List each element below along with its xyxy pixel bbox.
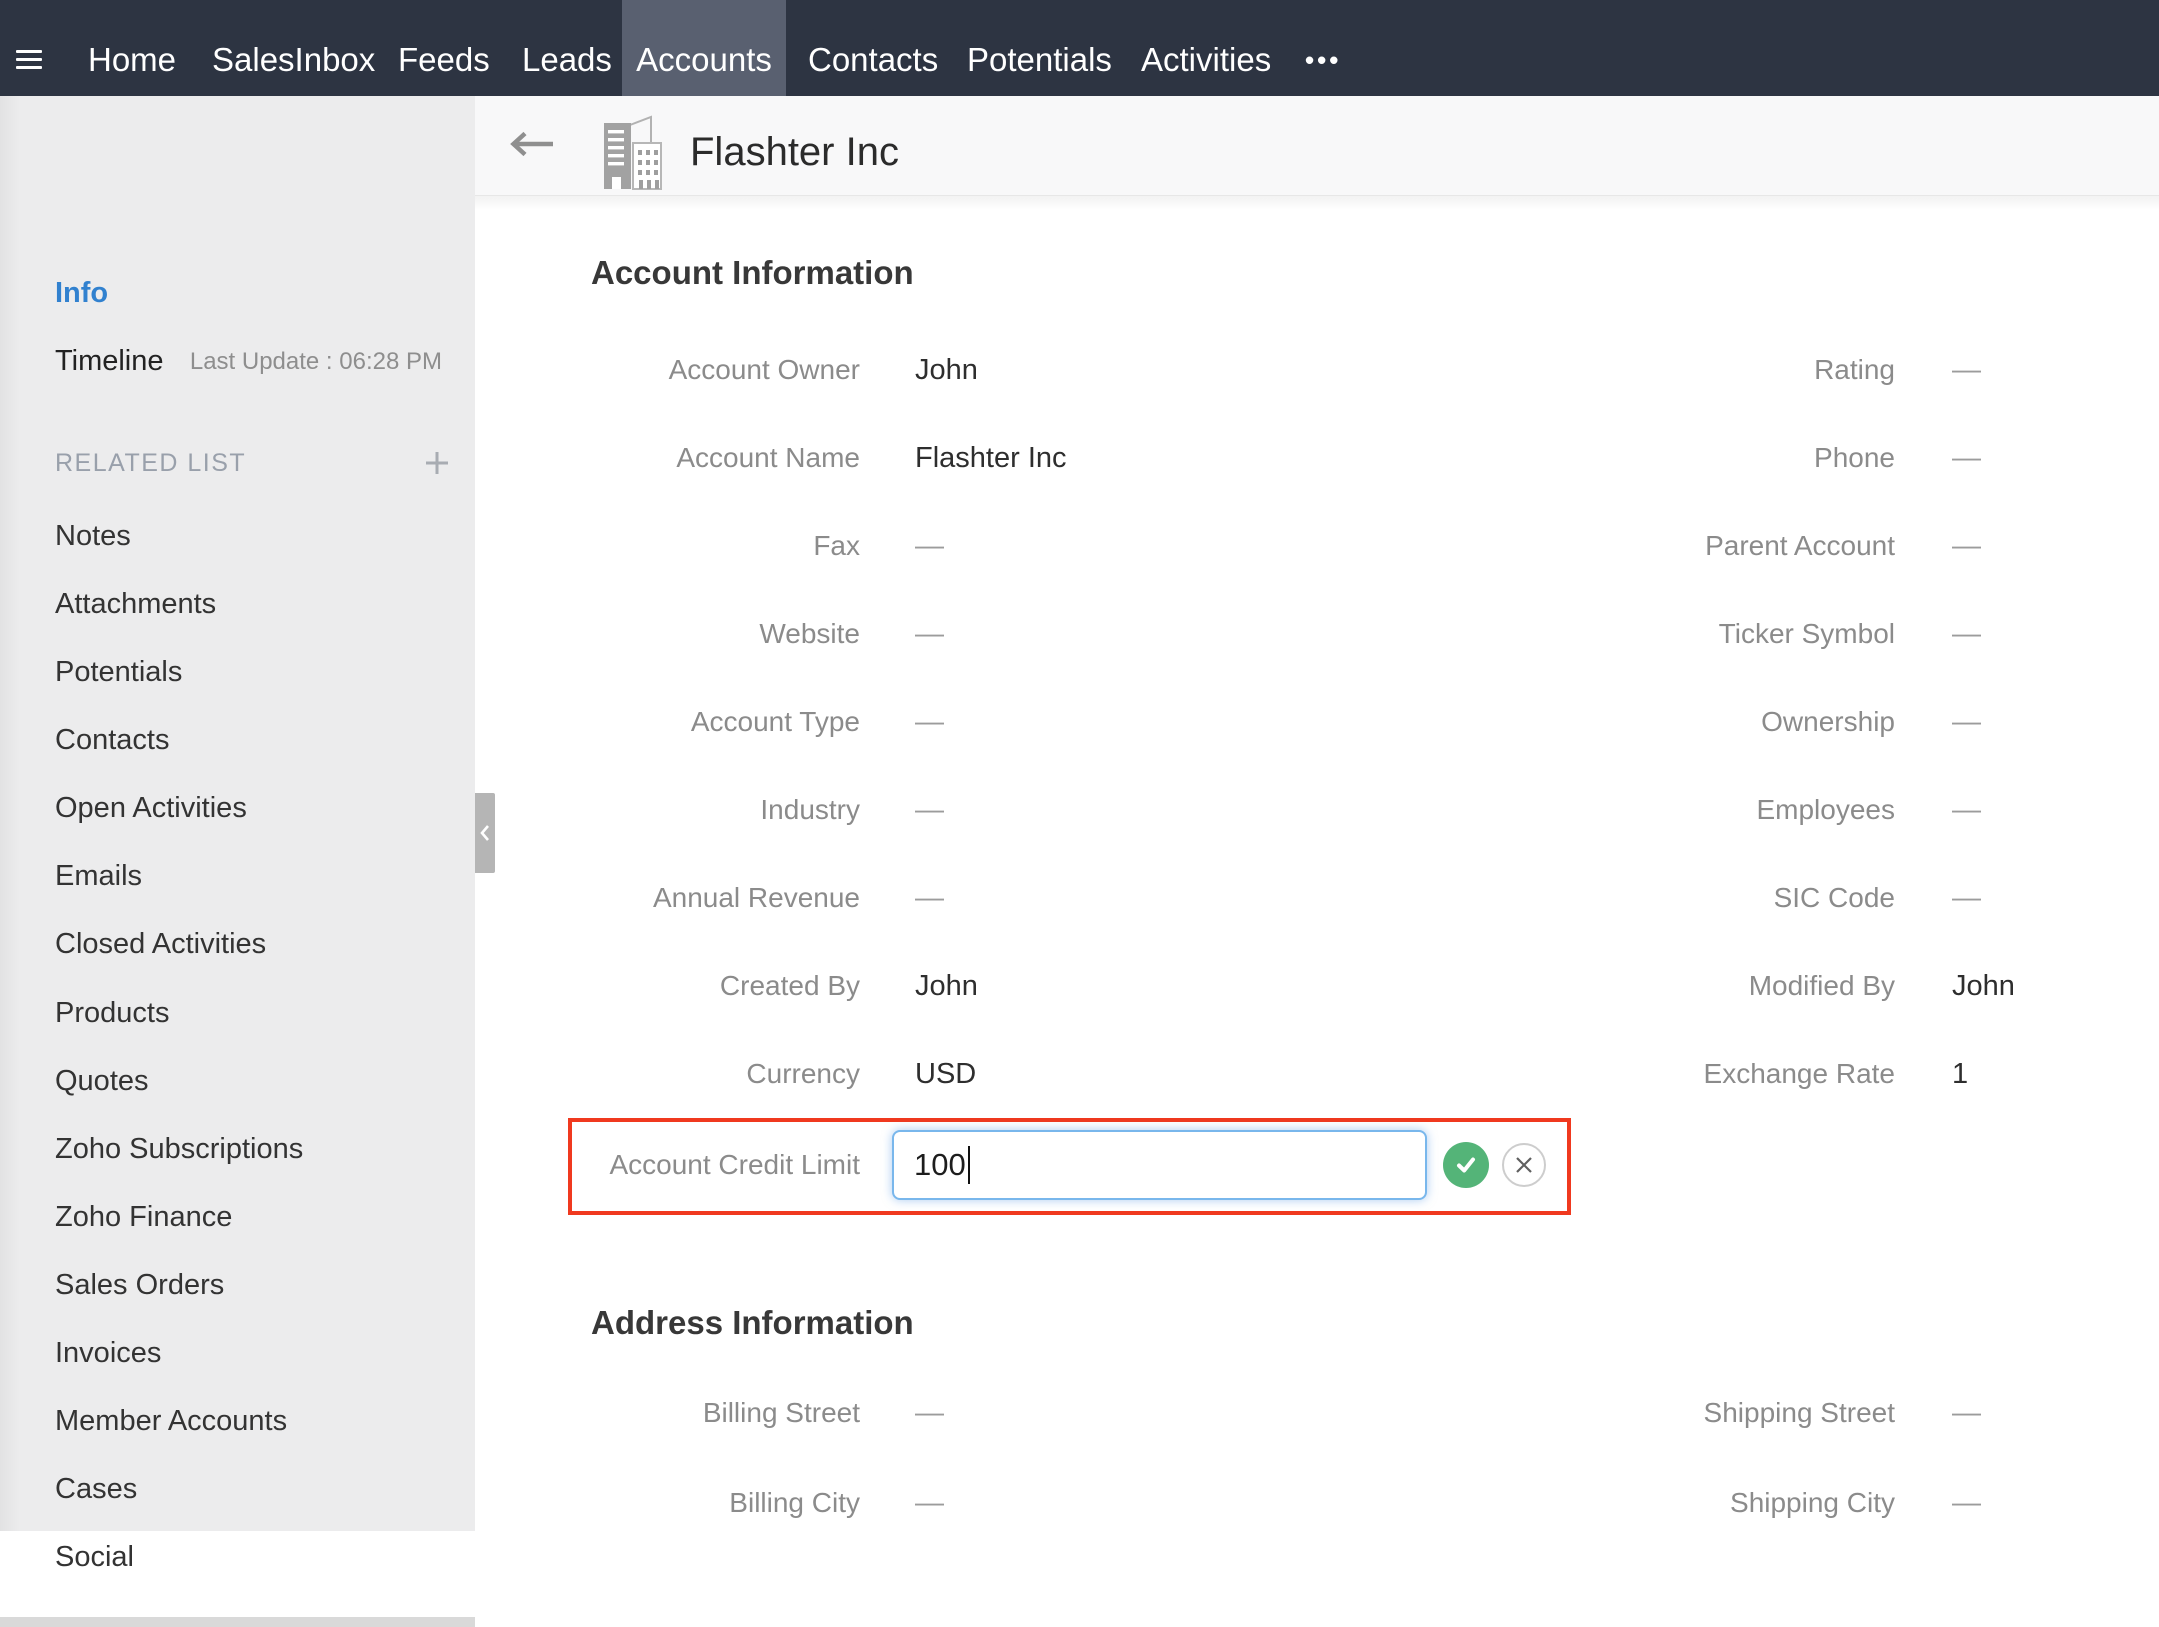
field-label: Employees — [1595, 790, 1895, 830]
field-label: Account Type — [560, 702, 860, 742]
field-row: Website — Ticker Symbol — — [0, 614, 2159, 654]
text-caret — [968, 1146, 970, 1184]
top-navigation-bar: Home SalesInbox Feeds Leads Accounts Con… — [0, 0, 2159, 96]
field-label: Account Name — [560, 438, 860, 478]
field-value[interactable]: — — [1952, 614, 2142, 654]
field-label: Website — [560, 614, 860, 654]
account-building-icon — [597, 114, 667, 198]
sidebar-item-closed-activities[interactable]: Closed Activities — [55, 924, 266, 964]
field-value[interactable]: — — [1952, 526, 2142, 566]
field-value[interactable]: — — [1952, 1393, 2142, 1433]
cancel-x-button[interactable] — [1502, 1143, 1546, 1187]
sidebar-item-zoho-subscriptions[interactable]: Zoho Subscriptions — [55, 1129, 303, 1169]
input-value: 100 — [914, 1147, 966, 1183]
nav-item-contacts[interactable]: Contacts — [808, 0, 938, 96]
field-label: Fax — [560, 526, 860, 566]
field-value[interactable]: John — [915, 350, 1475, 390]
nav-item-leads[interactable]: Leads — [522, 0, 612, 96]
field-row: Industry — Employees — — [0, 790, 2159, 830]
field-value[interactable]: — — [915, 526, 1475, 566]
account-credit-limit-label: Account Credit Limit — [560, 1145, 860, 1185]
sidebar-item-sales-orders[interactable]: Sales Orders — [55, 1265, 224, 1305]
field-value[interactable]: John — [915, 966, 1475, 1006]
back-arrow-icon[interactable] — [509, 131, 555, 157]
page-title: Flashter Inc — [690, 130, 899, 174]
field-label: Ownership — [1595, 702, 1895, 742]
sidebar-item-potentials[interactable]: Potentials — [55, 652, 182, 692]
nav-more-ellipsis-icon[interactable]: ••• — [1305, 0, 1341, 96]
account-credit-limit-input[interactable]: 100 — [892, 1130, 1427, 1200]
nav-item-home[interactable]: Home — [88, 0, 176, 96]
field-row: Annual Revenue — SIC Code — — [0, 878, 2159, 918]
field-label: Annual Revenue — [560, 878, 860, 918]
field-row: Billing City — Shipping City — — [0, 1483, 2159, 1523]
field-value[interactable]: — — [1952, 878, 2142, 918]
sidebar-item-social[interactable]: Social — [55, 1537, 134, 1577]
field-label: Industry — [560, 790, 860, 830]
confirm-check-button[interactable] — [1443, 1142, 1489, 1188]
nav-item-potentials[interactable]: Potentials — [967, 0, 1112, 96]
field-label: Billing Street — [560, 1393, 860, 1433]
field-row: Currency USD Exchange Rate 1 — [0, 1054, 2159, 1094]
field-value[interactable]: — — [1952, 1483, 2142, 1523]
nav-item-activities[interactable]: Activities — [1141, 0, 1271, 96]
field-row: Account Type — Ownership — — [0, 702, 2159, 742]
nav-item-accounts[interactable]: Accounts — [622, 0, 786, 96]
field-value[interactable]: — — [915, 702, 1475, 742]
sidebar-bottom-edge — [0, 1617, 475, 1627]
nav-item-feeds[interactable]: Feeds — [398, 0, 490, 96]
section-title-account-information: Account Information — [591, 253, 914, 293]
sidebar-item-invoices[interactable]: Invoices — [55, 1333, 161, 1373]
field-label: Currency — [560, 1054, 860, 1094]
field-value[interactable]: — — [915, 1393, 1475, 1433]
section-title-address-information: Address Information — [591, 1303, 914, 1343]
field-label: Exchange Rate — [1595, 1054, 1895, 1094]
field-row: Created By John Modified By John — [0, 966, 2159, 1006]
field-row: Account Name Flashter Inc Phone — — [0, 438, 2159, 478]
hamburger-menu-icon[interactable] — [16, 50, 42, 70]
field-value[interactable]: — — [915, 878, 1475, 918]
field-value[interactable]: — — [1952, 790, 2142, 830]
sidebar-item-zoho-finance[interactable]: Zoho Finance — [55, 1197, 232, 1237]
field-value[interactable]: USD — [915, 1054, 1475, 1094]
field-label: Ticker Symbol — [1595, 614, 1895, 654]
field-row: Account Owner John Rating — — [0, 350, 2159, 390]
field-label: Shipping City — [1595, 1483, 1895, 1523]
field-value[interactable]: — — [915, 1483, 1475, 1523]
field-row: Billing Street — Shipping Street — — [0, 1393, 2159, 1433]
field-label: Rating — [1595, 350, 1895, 390]
field-value[interactable]: — — [915, 790, 1475, 830]
field-value[interactable]: Flashter Inc — [915, 438, 1475, 478]
sidebar-item-info[interactable]: Info — [55, 273, 108, 313]
field-value[interactable]: 1 — [1952, 1054, 2142, 1094]
field-value[interactable]: — — [1952, 350, 2142, 390]
field-label: SIC Code — [1595, 878, 1895, 918]
field-value[interactable]: — — [915, 614, 1475, 654]
field-row: Fax — Parent Account — — [0, 526, 2159, 566]
field-value[interactable]: John — [1952, 966, 2142, 1006]
field-label: Parent Account — [1595, 526, 1895, 566]
field-label: Account Owner — [560, 350, 860, 390]
field-value[interactable]: — — [1952, 438, 2142, 478]
field-value[interactable]: — — [1952, 702, 2142, 742]
field-label: Modified By — [1595, 966, 1895, 1006]
field-label: Created By — [560, 966, 860, 1006]
field-label: Billing City — [560, 1483, 860, 1523]
field-label: Phone — [1595, 438, 1895, 478]
nav-item-salesinbox[interactable]: SalesInbox — [212, 0, 375, 96]
field-label: Shipping Street — [1595, 1393, 1895, 1433]
